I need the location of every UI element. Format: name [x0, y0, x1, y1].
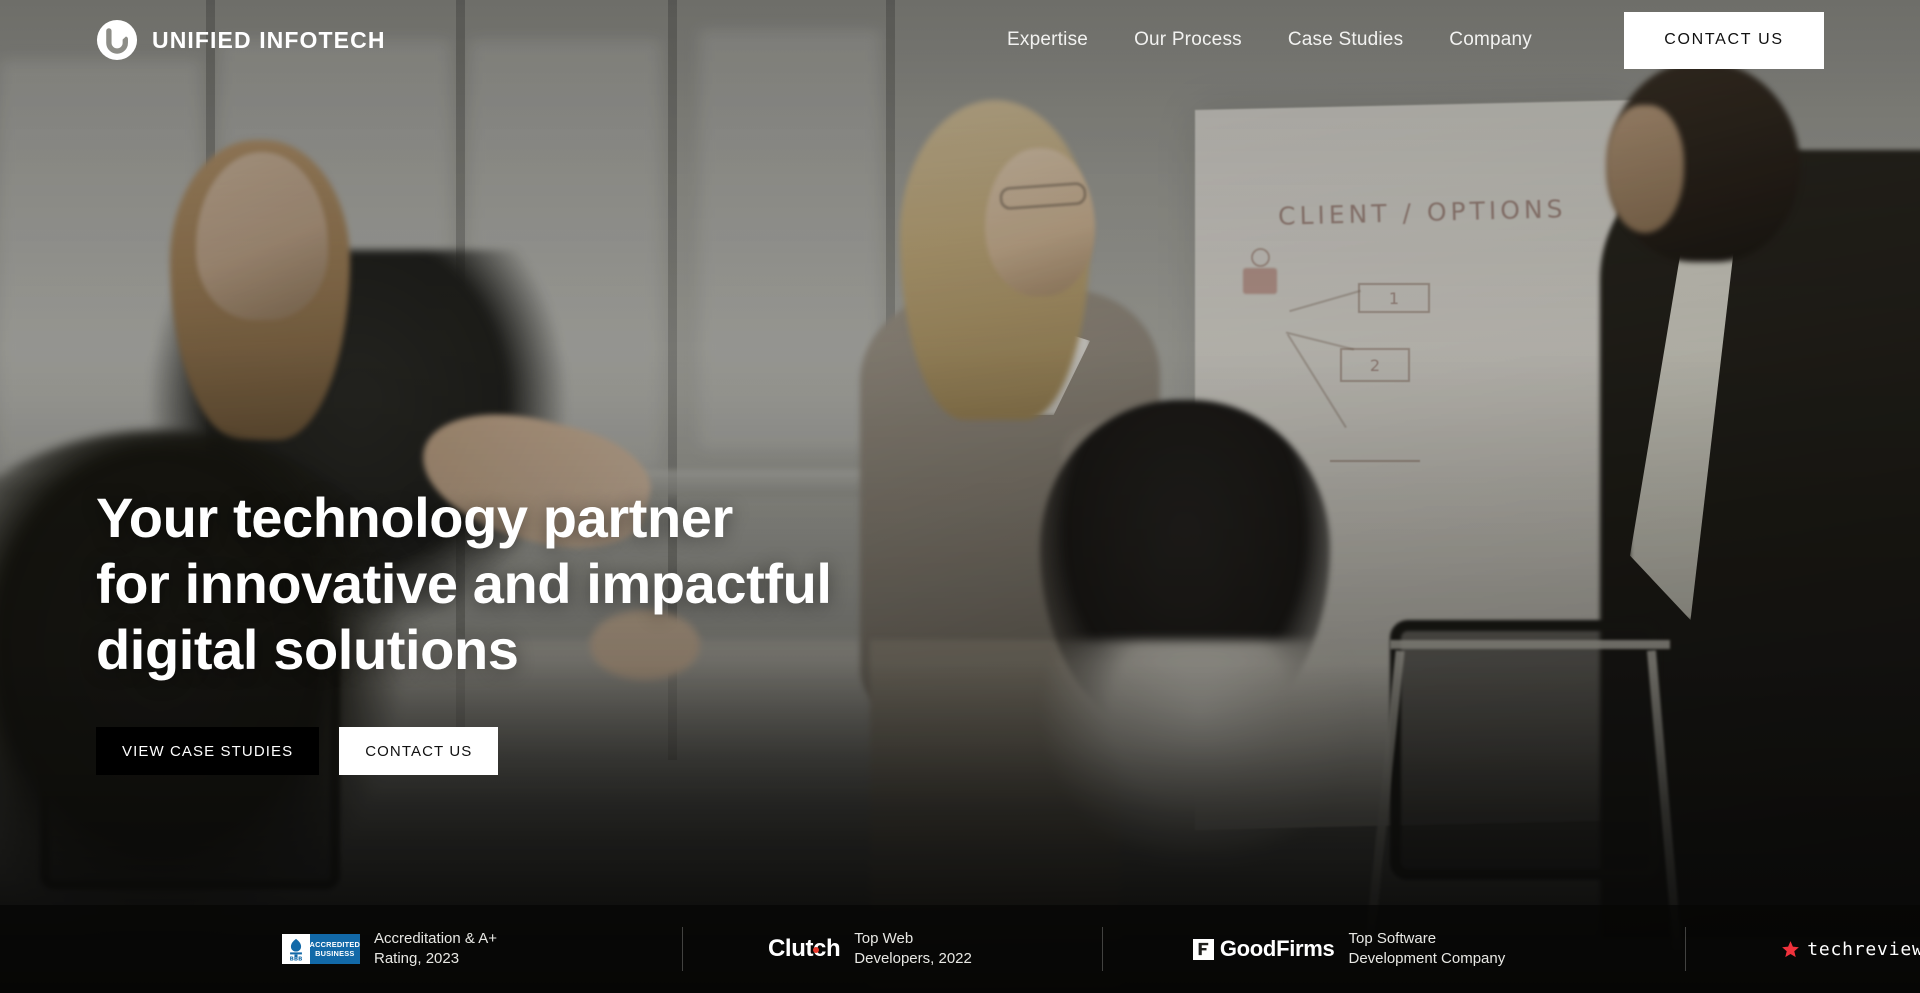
bbb-line-2: BUSINESS — [315, 949, 355, 958]
hero-headline-line-1: Your technology partner — [96, 486, 733, 549]
techreviewer-wordmark: techreviewer — [1807, 938, 1920, 960]
bbb-accredited-label: ACCREDITED BUSINESS — [309, 934, 360, 964]
hero-headline-line-2: for innovative and impactful — [96, 552, 832, 616]
bbb-torch-icon: BBB — [289, 938, 302, 961]
header-contact-us-button[interactable]: CONTACT US — [1624, 11, 1824, 69]
techreviewer-logo-icon: techreviewer — [1781, 939, 1920, 960]
badge-bbb-text: Accreditation & A+ Rating, 2023 — [374, 930, 497, 967]
unified-infotech-logo-icon — [96, 19, 138, 61]
nav-item-expertise[interactable]: Expertise — [1007, 29, 1088, 51]
badge-goodfirms[interactable]: GoodFirms Top Software Development Compa… — [1192, 929, 1506, 969]
clutch-wordmark: Clutch — [768, 935, 841, 962]
svg-text:BBB: BBB — [289, 956, 302, 961]
clutch-logo-icon: Clutch — [768, 935, 841, 963]
clutch-red-dot-icon — [813, 947, 819, 953]
badge-clutch-text: Top Web Developers, 2022 — [854, 930, 972, 967]
awards-badge-bar: BBB ACCREDITED BUSINESS Accreditation & … — [0, 905, 1920, 993]
hero-contact-us-button[interactable]: CONTACT US — [339, 727, 499, 776]
badge-divider — [1685, 927, 1687, 971]
badge-bbb[interactable]: BBB ACCREDITED BUSINESS Accreditation & … — [282, 929, 497, 969]
goodfirms-wordmark: GoodFirms — [1219, 936, 1335, 961]
hero-page: CLIENT / OPTIONS 1 2 — [0, 0, 1920, 993]
hero-headline-line-3: digital solutions — [96, 618, 519, 682]
bbb-line-1: ACCREDITED — [309, 939, 360, 949]
awards-badge-track: BBB ACCREDITED BUSINESS Accreditation & … — [0, 927, 1920, 971]
brand-logo-link[interactable]: UNIFIED INFOTECH — [96, 19, 386, 61]
bbb-accredited-business-icon: BBB ACCREDITED BUSINESS — [282, 934, 360, 964]
goodfirms-mark-icon — [1192, 938, 1214, 960]
nav-item-our-process[interactable]: Our Process — [1134, 29, 1242, 51]
view-case-studies-button[interactable]: VIEW CASE STUDIES — [96, 727, 320, 776]
primary-navigation: Expertise Our Process Case Studies Compa… — [1007, 11, 1920, 69]
badge-goodfirms-text: Top Software Development Company — [1348, 930, 1506, 967]
site-header: UNIFIED INFOTECH Expertise Our Process C… — [0, 0, 1920, 80]
techreviewer-star-icon — [1782, 940, 1800, 957]
badge-techreviewer[interactable]: techreviewer Top Software Developers — [1781, 929, 1920, 969]
hero-cta-group: VIEW CASE STUDIES CONTACT US — [96, 727, 832, 776]
hero-content: Your technology partner for innovative a… — [96, 485, 832, 776]
goodfirms-logo-icon: GoodFirms — [1192, 936, 1335, 962]
badge-divider — [1101, 927, 1103, 971]
badge-divider — [682, 927, 683, 971]
brand-name: UNIFIED INFOTECH — [152, 26, 386, 53]
nav-item-company[interactable]: Company — [1449, 29, 1532, 51]
badge-clutch[interactable]: Clutch Top Web Developers, 2022 — [768, 929, 972, 969]
hero-headline: Your technology partner for innovative a… — [96, 485, 832, 683]
nav-item-case-studies[interactable]: Case Studies — [1288, 29, 1403, 51]
goodfirms-g-glyph-icon — [1198, 942, 1209, 956]
bbb-torch-mark: BBB — [282, 934, 310, 964]
